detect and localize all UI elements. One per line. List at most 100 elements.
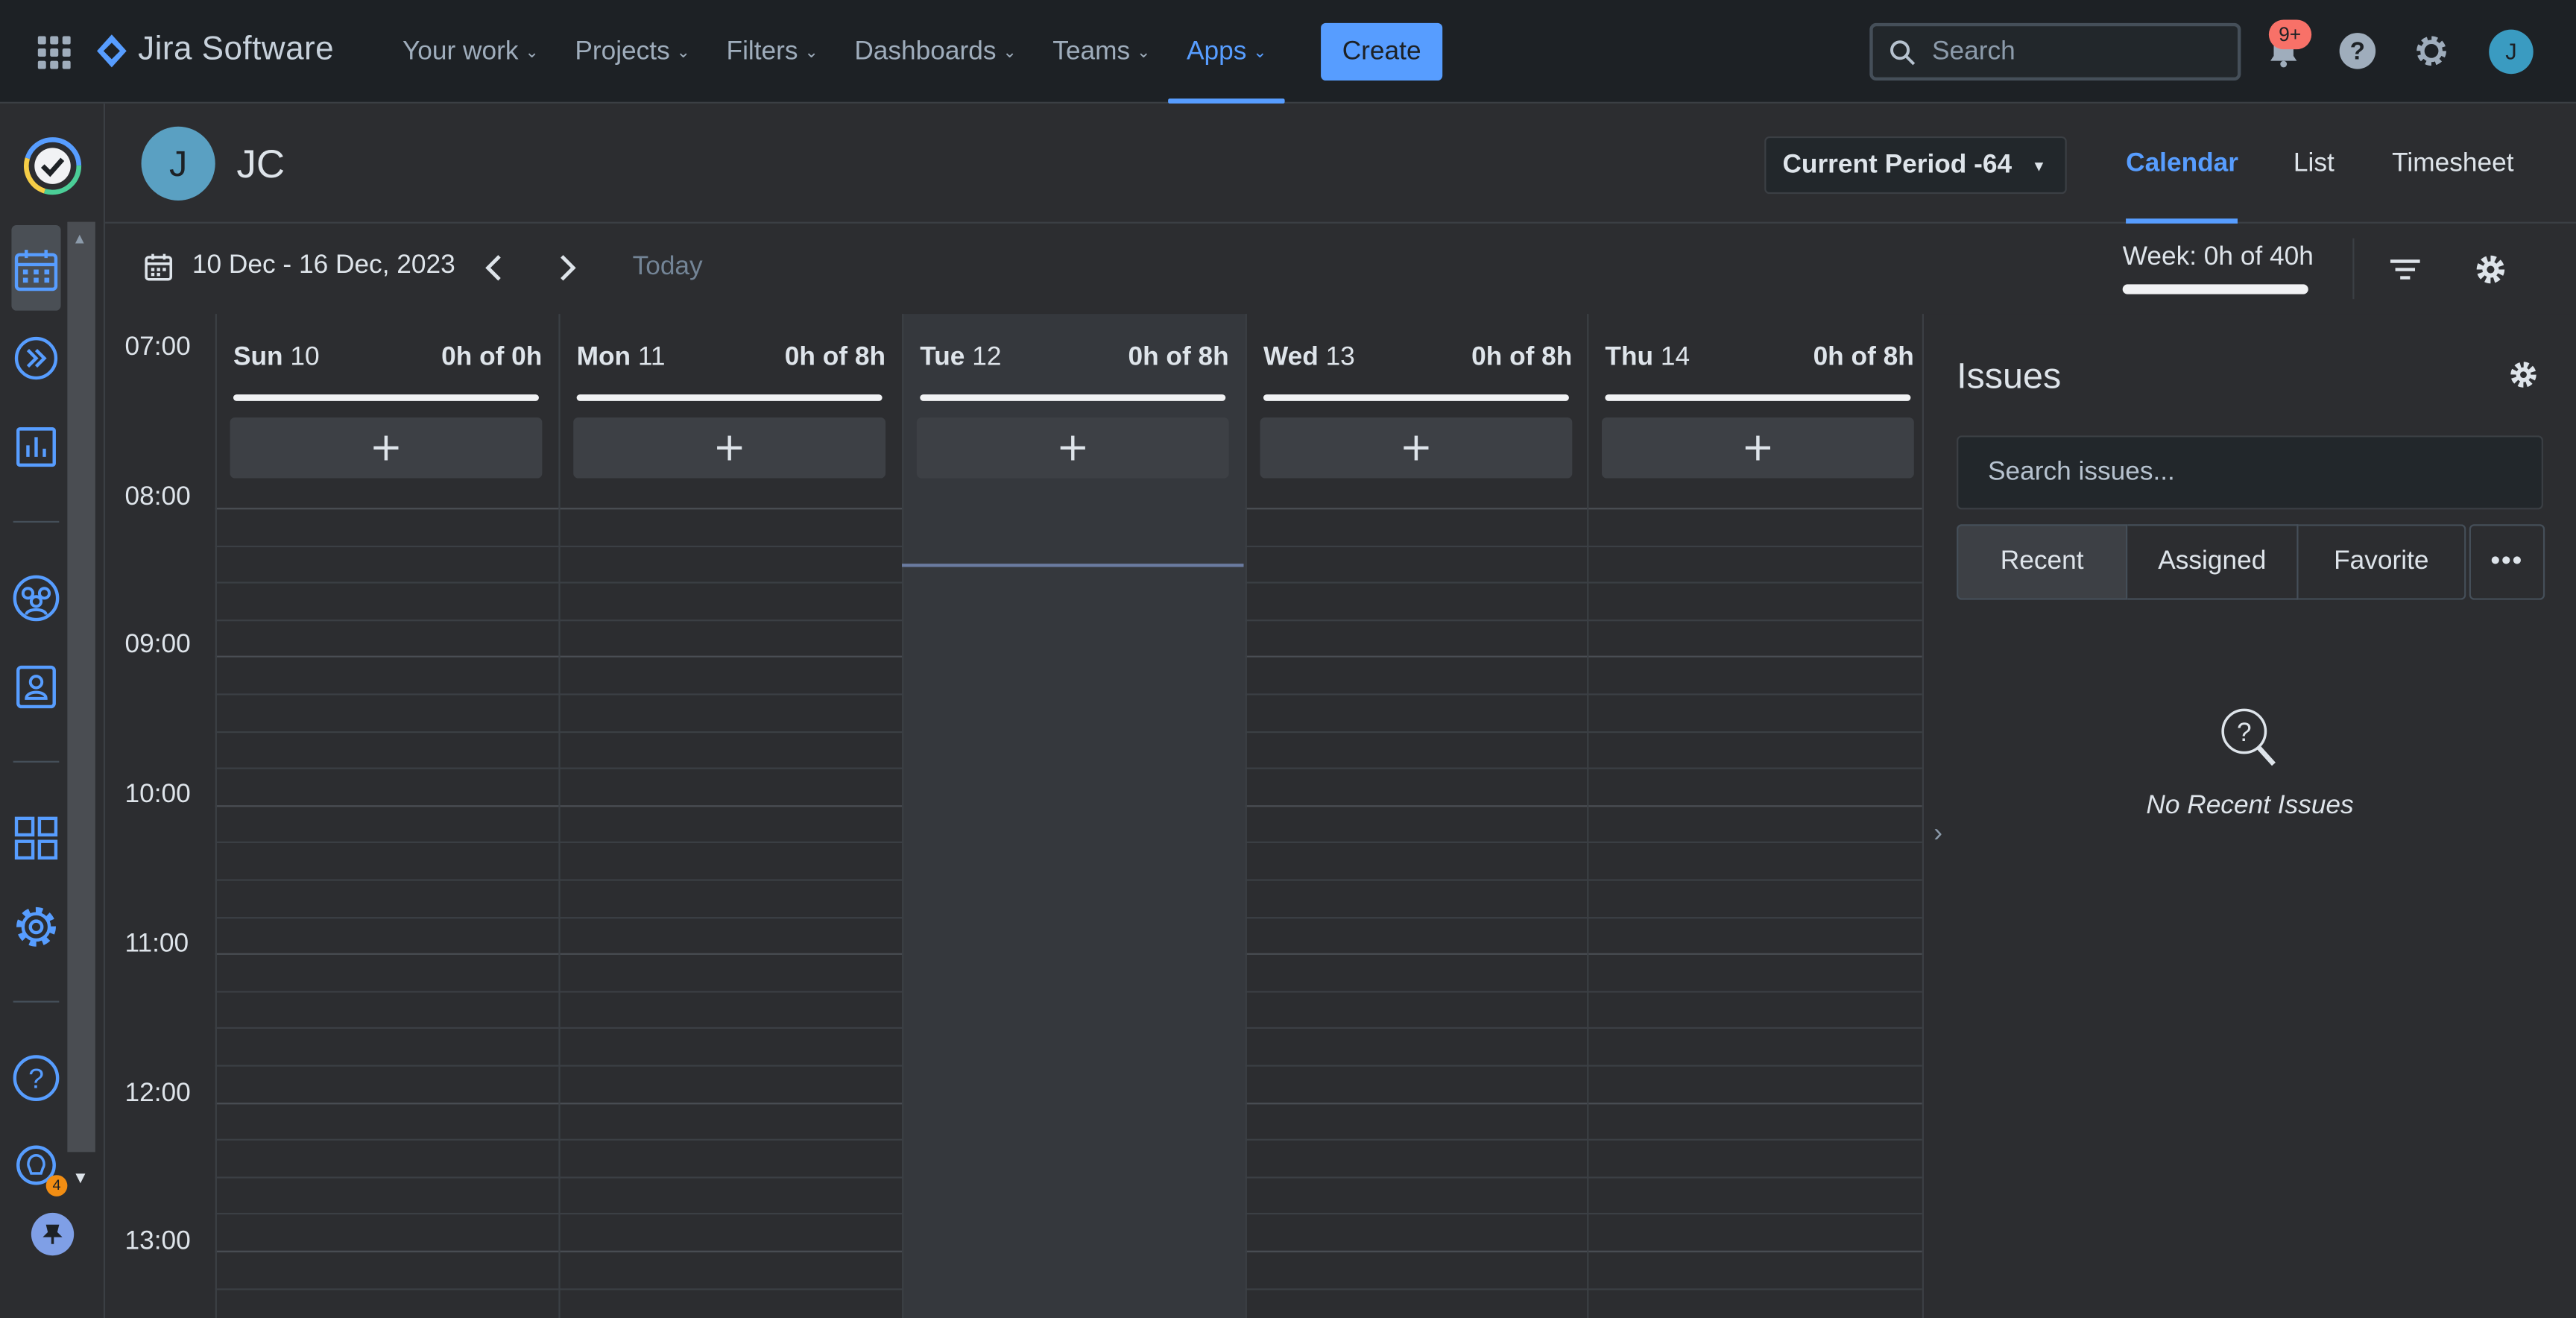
time-label: 12:00 xyxy=(124,1079,191,1108)
time-label: 10:00 xyxy=(124,781,191,809)
tab-list[interactable]: List xyxy=(2294,104,2334,224)
team-icon[interactable] xyxy=(11,573,60,622)
time-label: 07:00 xyxy=(124,333,191,362)
sidebar-divider xyxy=(13,760,60,763)
search-question-icon: ? xyxy=(2220,708,2275,766)
day-column-tue[interactable]: Tue 12 0h of 8h + xyxy=(902,314,1246,1318)
day-column-mon[interactable]: Mon 11 0h of 8h + xyxy=(558,314,902,1318)
tab-calendar[interactable]: Calendar xyxy=(2126,104,2240,224)
settings-gear-icon[interactable] xyxy=(2472,251,2508,287)
more-options-button[interactable]: ••• xyxy=(2469,524,2545,600)
time-label: 09:00 xyxy=(124,631,191,660)
svg-text:?: ? xyxy=(2236,718,2251,747)
day-progress-bar xyxy=(1605,394,1911,401)
time-label: 08:00 xyxy=(124,483,191,511)
current-time-indicator xyxy=(902,564,1244,567)
calendar-icon[interactable] xyxy=(11,245,60,294)
issues-search-input[interactable] xyxy=(1957,435,2543,510)
day-header: Sun 10 0h of 0h xyxy=(233,344,542,373)
chevron-right-icon[interactable] xyxy=(549,248,584,288)
date-range-label: 10 Dec - 16 Dec, 2023 xyxy=(192,251,455,280)
app-switcher-icon[interactable] xyxy=(37,36,71,69)
nav-label: Your work xyxy=(402,37,519,66)
chevron-down-icon: ⌄ xyxy=(804,44,818,63)
add-worklog-button[interactable]: + xyxy=(916,417,1229,479)
settings-gear-icon[interactable] xyxy=(2412,31,2452,71)
forward-icon[interactable] xyxy=(11,334,60,383)
nav-teams[interactable]: Teams ⌄ xyxy=(1035,0,1169,104)
user-card-icon[interactable] xyxy=(11,662,60,711)
day-hours: 0h of 8h xyxy=(1128,343,1229,372)
add-worklog-button[interactable]: + xyxy=(230,417,543,479)
sidebar-scroll-up-icon[interactable]: ▲ xyxy=(72,230,87,247)
nav-apps[interactable]: Apps ⌄ xyxy=(1168,0,1285,104)
help-icon[interactable]: ? xyxy=(11,1053,60,1103)
app-root: Jira Software Your work ⌄ Projects ⌄ Filte… xyxy=(0,0,2576,1318)
calendar-small-icon xyxy=(145,253,172,280)
create-button[interactable]: Create xyxy=(1321,22,1443,81)
nav-your-work[interactable]: Your work ⌄ xyxy=(385,0,557,104)
day-column-thu[interactable]: Thu 14 0h of 8h + xyxy=(1587,314,1922,1318)
chevron-down-icon: ⌄ xyxy=(1136,44,1151,63)
app-sidebar: ? 4 ▼ ▲ xyxy=(0,103,106,1318)
tab-favorite[interactable]: Favorite xyxy=(2298,524,2466,600)
date-range-picker[interactable]: 10 Dec - 16 Dec, 2023 xyxy=(145,251,455,281)
tab-assigned[interactable]: Assigned xyxy=(2127,524,2299,600)
chevron-down-icon: ⌄ xyxy=(676,44,691,63)
pin-icon[interactable] xyxy=(30,1211,76,1258)
empty-state-text: No Recent Issues xyxy=(2146,792,2354,821)
help-icon[interactable]: ? xyxy=(2337,31,2377,71)
day-header: Wed 13 0h of 8h xyxy=(1263,344,1572,373)
panel-collapse-chevron-icon[interactable]: › xyxy=(1933,820,1942,850)
calendar-grid: 07:00 08:00 09:00 10:00 11:00 12:00 13:0… xyxy=(105,314,1922,1318)
time-label: 11:00 xyxy=(124,930,189,959)
day-progress-bar xyxy=(233,394,539,401)
grid-apps-icon[interactable] xyxy=(11,813,60,863)
settings-gear-icon[interactable] xyxy=(11,902,60,951)
week-summary: Week: 0h of 40h xyxy=(2122,243,2314,271)
global-search[interactable] xyxy=(1869,22,2241,81)
day-date: 14 xyxy=(1660,343,1690,372)
tab-timesheet[interactable]: Timesheet xyxy=(2392,104,2513,224)
nav-dashboards[interactable]: Dashboards ⌄ xyxy=(836,0,1035,104)
add-worklog-button[interactable]: + xyxy=(1260,417,1573,479)
chevron-down-icon: ⌄ xyxy=(1253,44,1267,63)
svg-text:?: ? xyxy=(2350,37,2365,65)
day-date: 13 xyxy=(1325,343,1355,372)
sidebar-scroll-down-icon[interactable]: ▼ xyxy=(72,1170,89,1188)
add-worklog-button[interactable]: + xyxy=(573,417,886,479)
today-button[interactable]: Today xyxy=(633,253,703,283)
filter-icon[interactable] xyxy=(2387,251,2423,287)
day-name: Tue xyxy=(920,343,965,372)
page-title: JC xyxy=(236,142,285,188)
day-hours: 0h of 8h xyxy=(1471,343,1573,372)
tab-recent[interactable]: Recent xyxy=(1957,524,2128,600)
nav-projects[interactable]: Projects ⌄ xyxy=(557,0,708,104)
jira-logo[interactable]: Jira Software xyxy=(95,31,334,69)
sidebar-divider xyxy=(13,1000,60,1003)
day-hours: 0h of 8h xyxy=(1813,343,1914,372)
day-date: 10 xyxy=(290,343,320,372)
user-avatar[interactable]: J xyxy=(2489,29,2534,75)
period-select[interactable]: Current Period -64 ▼ xyxy=(1764,136,2067,195)
chevron-left-icon[interactable] xyxy=(476,248,512,288)
sidebar-divider xyxy=(13,520,60,523)
search-input[interactable] xyxy=(1932,37,2212,67)
timesheet-app-logo-icon[interactable] xyxy=(22,135,84,198)
nav-filters[interactable]: Filters ⌄ xyxy=(708,0,836,104)
top-navigation: Jira Software Your work ⌄ Projects ⌄ Filte… xyxy=(0,0,2576,104)
lightbulb-badge: 4 xyxy=(45,1175,68,1196)
day-progress-bar xyxy=(920,394,1226,401)
sidebar-scrollbar[interactable] xyxy=(67,221,95,1153)
day-name: Thu xyxy=(1605,343,1654,372)
day-column-sun[interactable]: Sun 10 0h of 0h + xyxy=(215,314,559,1318)
nav-label: Projects xyxy=(575,37,670,66)
add-worklog-button[interactable]: + xyxy=(1601,417,1914,479)
day-name: Wed xyxy=(1263,343,1319,372)
settings-gear-icon[interactable] xyxy=(2507,359,2539,391)
issues-tabs: Recent Assigned Favorite ••• xyxy=(1957,524,2545,600)
nav-label: Dashboards xyxy=(854,37,997,66)
day-column-wed[interactable]: Wed 13 0h of 8h + xyxy=(1245,314,1589,1318)
nav-label: Apps xyxy=(1186,37,1247,66)
report-chart-icon[interactable] xyxy=(11,423,60,472)
